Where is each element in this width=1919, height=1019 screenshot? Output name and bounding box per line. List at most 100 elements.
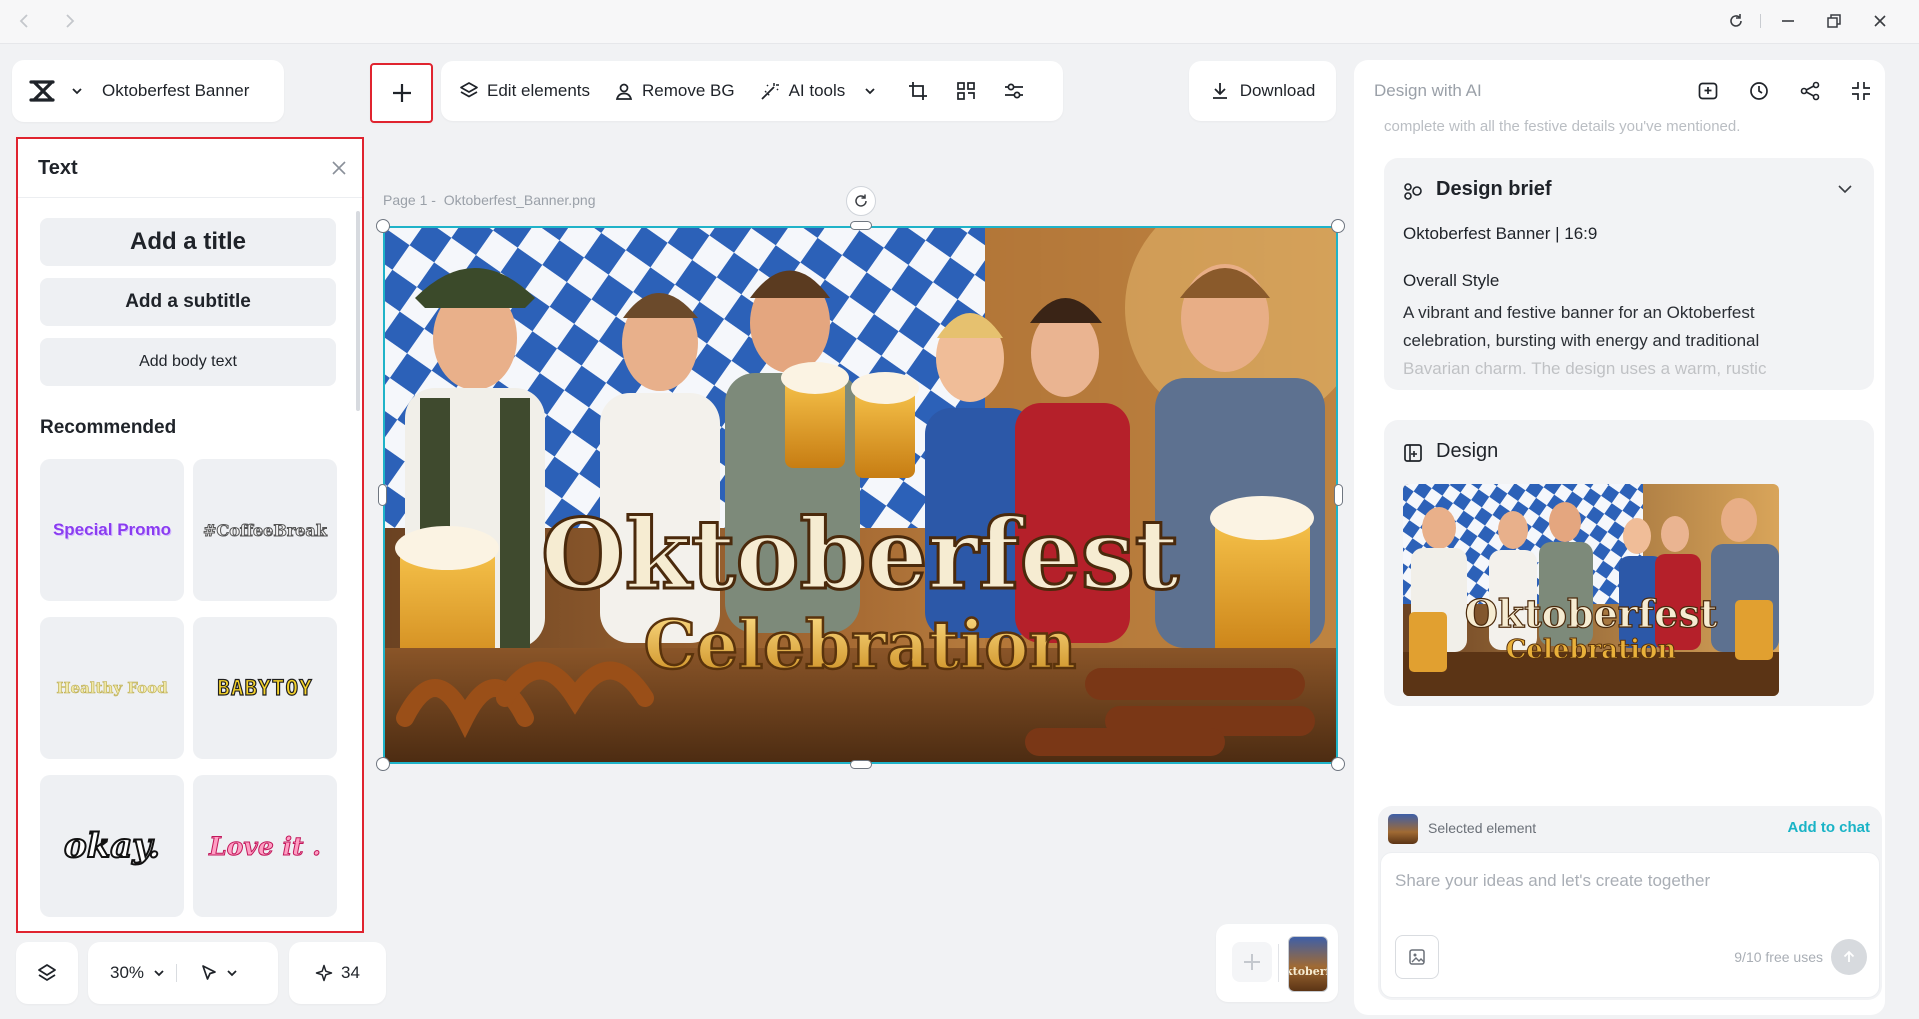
add-page-button[interactable] — [1232, 942, 1272, 982]
text-style-coffee-break[interactable]: #CoffeeBreak — [193, 459, 337, 601]
add-element-button[interactable] — [370, 63, 433, 123]
text-style-healthy-food[interactable]: Healthy Food — [40, 617, 184, 759]
brief-text: Bavarian charm. The design uses a warm, … — [1403, 359, 1767, 378]
text-style-special-promo[interactable]: Special Promo — [40, 459, 184, 601]
resize-handle-right[interactable] — [1334, 484, 1343, 506]
resize-handle-bottom-left[interactable] — [376, 757, 390, 771]
pointer-icon[interactable] — [199, 963, 219, 983]
layers-button[interactable] — [16, 942, 78, 1004]
zoom-level[interactable]: 30% — [110, 963, 144, 983]
credits-button[interactable]: 34 — [289, 942, 386, 1004]
ai-panel: Design with AI complete with all the fes… — [1354, 60, 1885, 1015]
qr-scan-icon[interactable] — [955, 80, 977, 102]
arrow-up-icon — [1843, 950, 1855, 962]
chat-input[interactable]: Share your ideas and let's create togeth… — [1395, 871, 1710, 891]
remove-bg-button[interactable]: Remove BG — [614, 61, 735, 121]
adjust-sliders-icon[interactable] — [1003, 80, 1025, 102]
banner-image[interactable]: Oktoberfest Celebration — [383, 226, 1338, 764]
ai-tools-button[interactable]: AI tools — [759, 61, 878, 121]
back-icon[interactable] — [16, 12, 34, 30]
design-brief-title: Design brief — [1436, 178, 1552, 200]
file-name[interactable]: Oktoberfest_Banner.png — [444, 192, 596, 208]
download-icon — [1210, 81, 1230, 101]
resize-handle-top-left[interactable] — [376, 219, 390, 233]
brief-meta: Oktoberfest Banner | 16:9 — [1403, 224, 1598, 243]
text-style-babytoy[interactable]: BABYTOY — [193, 617, 337, 759]
download-button[interactable]: Download — [1189, 61, 1336, 121]
ai-panel-header: Design with AI — [1374, 81, 1482, 100]
collapse-icon[interactable] — [1850, 80, 1872, 102]
magic-wand-icon — [759, 81, 781, 101]
resize-handle-bottom-right[interactable] — [1331, 757, 1345, 771]
design-title: Design — [1436, 440, 1499, 462]
scrollbar[interactable] — [356, 211, 360, 411]
project-title[interactable]: Oktoberfest Banner — [102, 81, 249, 101]
text-panel: Text Add a title Add a subtitle Add body… — [16, 137, 364, 933]
history-icon[interactable] — [1748, 80, 1770, 102]
close-icon[interactable] — [330, 159, 348, 177]
brief-text: A vibrant and festive banner for an Okto… — [1403, 303, 1755, 322]
layers-icon — [459, 81, 479, 101]
edit-elements-button[interactable]: Edit elements — [459, 61, 590, 121]
reload-icon[interactable] — [1727, 12, 1745, 30]
project-header: Oktoberfest Banner — [12, 60, 284, 122]
new-chat-icon[interactable] — [1697, 80, 1719, 102]
chat-input-box: Share your ideas and let's create togeth… — [1380, 852, 1880, 998]
main-toolbar: Edit elements Remove BG AI tools — [441, 61, 1063, 121]
add-to-chat-link[interactable]: Add to chat — [1788, 819, 1871, 836]
brief-section-heading: Overall Style — [1403, 271, 1500, 290]
sparkle-icon — [315, 964, 333, 982]
add-subtitle-button[interactable]: Add a subtitle — [40, 278, 336, 326]
resize-handle-top[interactable] — [850, 221, 872, 230]
chevron-down-icon[interactable] — [1836, 180, 1854, 198]
divider — [1278, 944, 1279, 982]
text-style-love-it[interactable]: Love it . — [193, 775, 337, 917]
person-icon — [614, 81, 634, 101]
thumbnail-subtitle: Celebration — [1506, 635, 1677, 665]
app-logo-icon[interactable] — [28, 78, 58, 104]
design-thumbnail[interactable]: Oktoberfest Celebration — [1403, 484, 1779, 696]
window-title-bar — [0, 0, 1919, 44]
layers-icon — [36, 962, 58, 984]
brief-icon — [1402, 180, 1424, 202]
rotate-icon[interactable] — [846, 186, 876, 216]
chevron-down-icon[interactable] — [152, 966, 166, 980]
send-button[interactable] — [1831, 939, 1867, 975]
design-icon — [1402, 442, 1424, 464]
add-body-text-button[interactable]: Add body text — [40, 338, 336, 386]
minimize-icon[interactable] — [1779, 12, 1797, 30]
plus-icon — [391, 82, 413, 104]
share-icon[interactable] — [1799, 80, 1821, 102]
crop-icon[interactable] — [907, 80, 929, 102]
forward-icon[interactable] — [60, 12, 78, 30]
selected-element-thumbnail — [1388, 814, 1418, 844]
free-uses-counter: 9/10 free uses — [1734, 949, 1823, 965]
text-style-okay[interactable]: okay. — [40, 775, 184, 917]
banner-subtitle: Celebration — [644, 606, 1077, 684]
chevron-down-icon — [863, 84, 877, 98]
chevron-down-icon[interactable] — [225, 966, 239, 980]
divider — [1760, 14, 1761, 28]
attach-image-button[interactable] — [1395, 935, 1439, 979]
banner-title: Oktoberfest — [541, 498, 1179, 611]
page-thumbnail[interactable]: ktoberfe — [1288, 936, 1328, 992]
add-title-button[interactable]: Add a title — [40, 218, 336, 266]
design-thumbnail-illustration: Oktoberfest Celebration — [1403, 484, 1779, 696]
restore-icon[interactable] — [1825, 12, 1843, 30]
plus-icon — [1244, 954, 1260, 970]
page-label: Page 1 - Oktoberfest_Banner.png — [383, 192, 596, 208]
chat-history-text: complete with all the festive details yo… — [1384, 118, 1741, 135]
divider — [176, 964, 178, 982]
chat-composer: Selected element Add to chat Share your … — [1378, 806, 1882, 1000]
design-brief-card: Design brief Oktoberfest Banner | 16:9 O… — [1384, 158, 1874, 390]
chevron-down-icon[interactable] — [70, 84, 84, 98]
resize-handle-left[interactable] — [378, 484, 387, 506]
resize-handle-bottom[interactable] — [850, 760, 872, 769]
recommended-heading: Recommended — [40, 417, 177, 438]
selected-element-label: Selected element — [1428, 820, 1537, 836]
close-window-icon[interactable] — [1871, 12, 1889, 30]
banner-illustration: Oktoberfest Celebration — [385, 228, 1336, 762]
thumbnail-title: Oktoberfest — [1465, 591, 1718, 636]
brief-text: celebration, bursting with energy and tr… — [1403, 331, 1760, 350]
resize-handle-top-right[interactable] — [1331, 219, 1345, 233]
